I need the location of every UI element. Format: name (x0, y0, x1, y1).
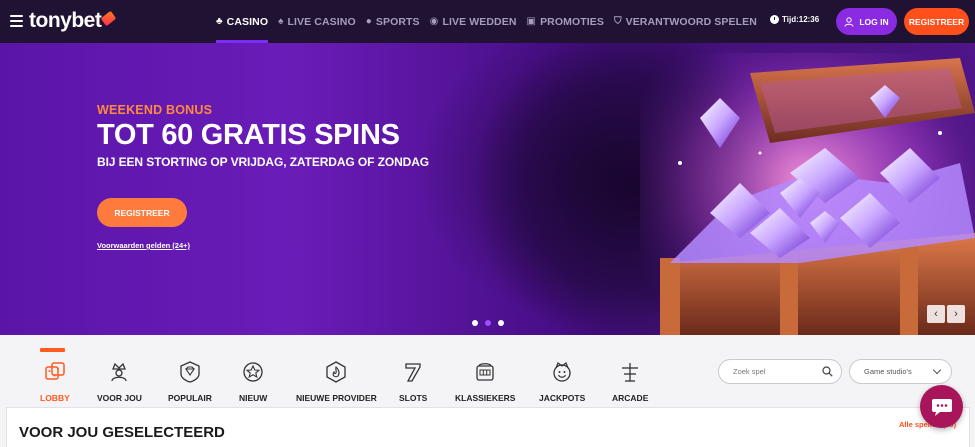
arcade-icon (618, 360, 642, 384)
shield-icon: ⛉ (613, 16, 622, 27)
hero-banner: WEEKEND BONUS TOT 60 GRATIS SPINS BIJ EE… (0, 43, 975, 335)
treasure-chest-image (640, 53, 975, 335)
carousel-dots (472, 320, 511, 326)
nav-casino-label: CASINO (226, 15, 269, 28)
category-arcade[interactable]: ARCADE (612, 360, 648, 403)
flame-badge-icon (324, 360, 348, 384)
register-button[interactable]: REGISTREER (904, 8, 969, 35)
category-nieuw-label: NIEUW (239, 393, 268, 403)
category-klassiekers-label: KLASSIEKERS (455, 393, 516, 403)
game-studios-label: Game studio's (864, 367, 912, 376)
carousel-dot-active[interactable] (485, 320, 491, 326)
category-voor-jou[interactable]: VOOR JOU (97, 360, 142, 403)
game-search-box (718, 359, 842, 384)
nav-casino[interactable]: ♣ CASINO (216, 0, 269, 43)
clock-icon (770, 15, 779, 24)
search-input[interactable] (733, 367, 821, 376)
nav-verantwoord-spelen-label: VERANTWOORD SPELEN (625, 15, 757, 28)
chevron-right-icon[interactable]: › (947, 305, 965, 323)
gift-icon: ▣ (526, 16, 537, 27)
user-icon (844, 16, 854, 27)
category-lobby[interactable]: LOBBY (40, 360, 70, 403)
seven-icon (401, 360, 425, 384)
chat-bubble-icon (931, 398, 952, 416)
clock-text: Tijd:12:36 (782, 15, 820, 24)
nav-sports-label: SPORTS (375, 15, 420, 28)
carousel-dot[interactable] (498, 320, 504, 326)
hero-subtitle: BIJ EEN STORTING OP VRIJDAG, ZATERDAG OF… (97, 155, 429, 169)
category-voor-jou-label: VOOR JOU (97, 393, 142, 403)
nav-live-wedden-label: LIVE WEDDEN (442, 15, 517, 28)
section-title: VOOR JOU GESELECTEERD (19, 424, 225, 441)
chevron-left-icon[interactable]: ‹ (927, 305, 945, 323)
live-casino-icon: ♠ (278, 16, 284, 27)
nav-promoties[interactable]: ▣ PROMOTIES (527, 0, 604, 43)
diamond-badge-icon (178, 360, 202, 384)
chat-button[interactable] (920, 385, 963, 428)
category-jackpots-label: JACKPOTS (539, 393, 586, 403)
login-label: LOG IN (859, 16, 889, 27)
dice-icon (43, 360, 67, 384)
category-slots[interactable]: SLOTS (399, 360, 427, 403)
category-populair-label: POPULAIR (168, 393, 212, 403)
clock: Tijd:12:36 (770, 15, 819, 24)
nav-live-wedden[interactable]: ◉ LIVE WEDDEN (430, 0, 517, 43)
game-studios-dropdown[interactable]: Game studio's (849, 359, 952, 384)
carousel-dot[interactable] (472, 320, 478, 326)
category-arcade-label: ARCADE (612, 393, 649, 403)
jackpot-face-icon (550, 360, 574, 384)
slot-machine-icon (473, 360, 497, 384)
category-lobby-label: LOBBY (40, 393, 70, 403)
hamburger-menu-icon[interactable] (10, 15, 23, 27)
star-badge-icon (241, 360, 265, 384)
carousel-arrows: ‹ › (927, 305, 967, 323)
nav-live-casino-label: LIVE CASINO (287, 15, 356, 28)
top-navigation-bar: tonybet ♣ CASINO ♠ LIVE CASINO ● SPORTS … (0, 0, 975, 43)
hero-kicker: WEEKEND BONUS (97, 103, 213, 117)
logo-text: tonybet (29, 9, 102, 32)
login-button[interactable]: LOG IN (836, 8, 897, 35)
tonybet-logo[interactable]: tonybet (29, 9, 117, 33)
nav-sports[interactable]: ● SPORTS (366, 0, 420, 43)
main-nav: ♣ CASINO ♠ LIVE CASINO ● SPORTS ◉ LIVE W… (216, 0, 767, 43)
category-nieuw[interactable]: NIEUW (239, 360, 267, 403)
live-bet-icon: ◉ (429, 16, 439, 27)
terms-link[interactable]: Voorwaarden gelden (24+) (97, 241, 190, 250)
hero-title: TOT 60 GRATIS SPINS (97, 119, 400, 151)
category-jackpots[interactable]: JACKPOTS (539, 360, 585, 403)
hero-register-button[interactable]: REGISTREER (97, 198, 187, 227)
active-category-indicator (40, 348, 65, 352)
register-label: REGISTREER (908, 16, 965, 27)
nav-live-casino[interactable]: ♠ LIVE CASINO (278, 0, 356, 43)
selected-for-you-section: VOOR JOU GESELECTEERD Alle spellen (30) (6, 407, 970, 447)
category-nieuwe-provider[interactable]: NIEUWE PROVIDER (296, 360, 377, 403)
category-klassiekers[interactable]: KLASSIEKERS (455, 360, 515, 403)
search-icon[interactable] (822, 366, 833, 377)
nav-verantwoord-spelen[interactable]: ⛉ VERANTWOORD SPELEN (614, 0, 757, 43)
chevron-down-icon (932, 365, 942, 375)
nav-promoties-label: PROMOTIES (540, 15, 604, 28)
category-slots-label: SLOTS (399, 393, 428, 403)
casino-chip-icon: ♣ (216, 16, 223, 27)
crown-person-icon (107, 360, 131, 384)
logo-mark-icon (101, 10, 117, 26)
hero-register-label: REGISTREER (114, 207, 170, 218)
sports-ball-icon: ● (365, 16, 372, 27)
category-populair[interactable]: POPULAIR (168, 360, 212, 403)
category-nieuwe-provider-label: NIEUWE PROVIDER (296, 393, 377, 403)
